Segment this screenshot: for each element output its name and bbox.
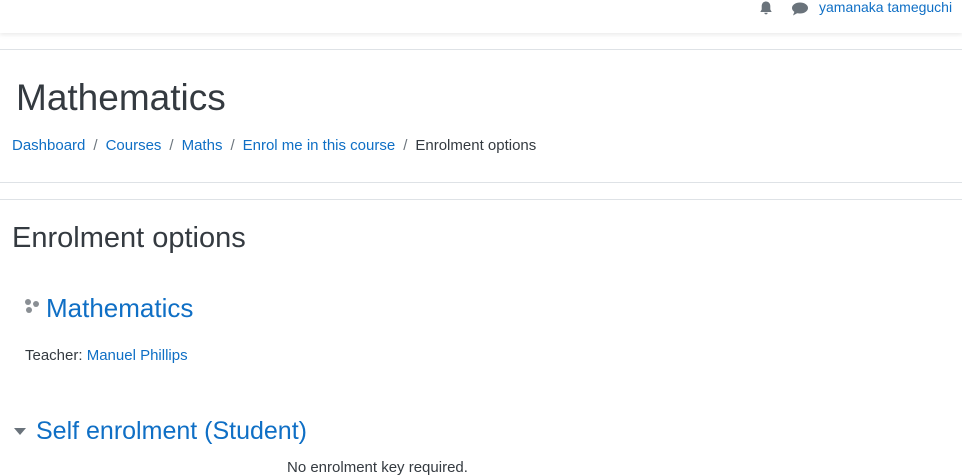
bell-icon[interactable] xyxy=(758,0,774,16)
course-name-link[interactable]: Mathematics xyxy=(46,293,193,324)
breadcrumb-separator: / xyxy=(230,137,235,154)
page-title: Mathematics xyxy=(16,77,226,118)
divider xyxy=(0,49,962,50)
breadcrumb-current: Enrolment options xyxy=(415,137,537,154)
top-navbar: yamanaka tameguchi xyxy=(0,0,962,33)
user-menu[interactable]: yamanaka tameguchi xyxy=(819,0,952,15)
breadcrumb-courses[interactable]: Courses xyxy=(106,137,162,154)
breadcrumb-enrol-me[interactable]: Enrol me in this course xyxy=(243,137,396,154)
divider xyxy=(0,182,962,183)
teacher-name-link[interactable]: Manuel Phillips xyxy=(87,347,188,364)
chat-bubble-icon[interactable] xyxy=(791,1,809,17)
breadcrumb-separator: / xyxy=(403,137,408,154)
breadcrumb-dashboard[interactable]: Dashboard xyxy=(12,137,85,154)
teacher-label: Teacher: xyxy=(25,347,83,364)
caret-down-icon[interactable] xyxy=(14,428,26,436)
teacher-line: Teacher: Manuel Phillips xyxy=(25,347,188,364)
self-enrolment-toggle[interactable]: Self enrolment (Student) xyxy=(36,416,307,446)
breadcrumb-separator: / xyxy=(93,137,98,154)
breadcrumb-separator: / xyxy=(169,137,174,154)
breadcrumb-maths[interactable]: Maths xyxy=(182,137,223,154)
breadcrumb: Dashboard / Courses / Maths / Enrol me in this… xyxy=(12,137,536,154)
divider xyxy=(0,199,962,200)
course-icon xyxy=(25,299,39,313)
enrolment-options-heading: Enrolment options xyxy=(12,222,246,254)
no-key-message: No enrolment key required. xyxy=(287,459,468,476)
